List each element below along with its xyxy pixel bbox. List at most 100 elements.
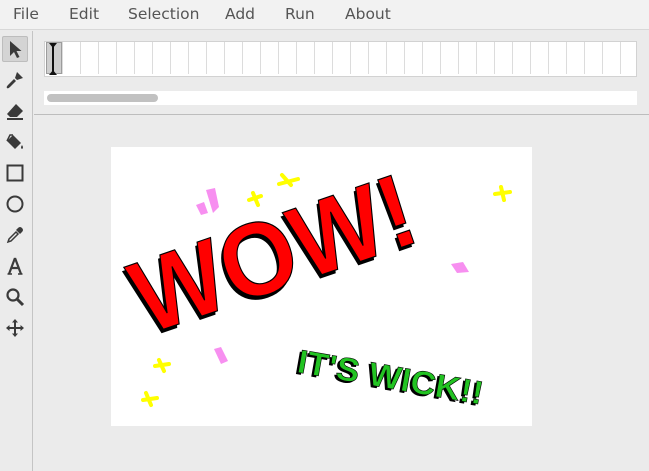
frame-number: 4 [99, 76, 117, 77]
canvas[interactable]: WOW! WOW! IT'S WICK!! IT'S WICK!! [111, 147, 532, 426]
frame-number: 9 [189, 76, 207, 77]
frame-cell[interactable] [369, 42, 387, 74]
menu-run[interactable]: Run [285, 5, 315, 23]
frame-number: 30 [567, 76, 585, 77]
frame-number: 14 [279, 76, 297, 77]
frame-cell[interactable] [621, 42, 636, 74]
frame-cell[interactable] [441, 42, 459, 74]
ellipse-icon [6, 195, 24, 213]
frame-number: 22 [423, 76, 441, 77]
frame-number: 26 [495, 76, 513, 77]
frame-cell[interactable] [297, 42, 315, 74]
frame-cell[interactable] [333, 42, 351, 74]
frame-number: 21 [405, 76, 423, 77]
tool-select[interactable] [2, 36, 28, 62]
frame-cell[interactable] [423, 42, 441, 74]
frame-cell[interactable] [567, 42, 585, 74]
frame-number: 23 [441, 76, 459, 77]
scrollbar-thumb[interactable] [47, 94, 158, 102]
menu-edit[interactable]: Edit [69, 5, 99, 23]
frame-number: 6 [135, 76, 153, 77]
tool-brush[interactable] [2, 67, 28, 93]
frame-number: 31 [585, 76, 603, 77]
timeline-scrollbar[interactable] [44, 91, 637, 105]
canvas-artwork: WOW! WOW! IT'S WICK!! IT'S WICK!! [115, 151, 512, 413]
tool-text[interactable] [2, 253, 28, 279]
frame-number: 27 [513, 76, 531, 77]
frame-number: 8 [171, 76, 189, 77]
frame-grid[interactable]: 2345678910111213141516171819202122232425… [44, 41, 637, 77]
tool-eyedropper[interactable] [2, 222, 28, 248]
frame-cell[interactable] [405, 42, 423, 74]
frame-cell[interactable] [387, 42, 405, 74]
menu-about[interactable]: About [345, 5, 391, 23]
frame-cell[interactable] [81, 42, 99, 74]
menu-add[interactable]: Add [225, 5, 255, 23]
frame-number: 24 [459, 76, 477, 77]
sparkle [493, 185, 512, 202]
text-icon [7, 257, 23, 275]
frame-cell[interactable] [171, 42, 189, 74]
frame-cell[interactable] [549, 42, 567, 74]
frame-number: 28 [531, 76, 549, 77]
frame-number: 11 [225, 76, 243, 77]
playhead-icon[interactable] [45, 42, 61, 76]
confetti-piece [214, 347, 228, 364]
sparkle [153, 358, 171, 373]
rectangle-icon [6, 164, 24, 182]
sparkle [277, 173, 300, 187]
tool-ellipse[interactable] [2, 191, 28, 217]
frame-number: 29 [549, 76, 567, 77]
tool-pan[interactable] [2, 315, 28, 341]
frame-cell[interactable] [531, 42, 549, 74]
cursor-icon [10, 41, 22, 58]
frame-number: 33 [621, 76, 637, 77]
frame-cell[interactable] [225, 42, 243, 74]
frame-cell[interactable] [495, 42, 513, 74]
frame-number: 25 [477, 76, 495, 77]
frame-cell[interactable] [135, 42, 153, 74]
frame-cell[interactable] [63, 42, 81, 74]
frame-cell[interactable] [351, 42, 369, 74]
frame-number: 5 [117, 76, 135, 77]
tool-eraser[interactable] [2, 98, 28, 124]
frame-cell[interactable] [153, 42, 171, 74]
frame-cell[interactable] [459, 42, 477, 74]
frame-cell[interactable] [315, 42, 333, 74]
brush-icon [6, 72, 23, 89]
tool-fill[interactable] [2, 129, 28, 155]
tool-zoom[interactable] [2, 284, 28, 310]
wick-editor: File Edit Selection Add Run About WOW! W… [0, 0, 649, 471]
frame-number: 19 [369, 76, 387, 77]
subline-text: IT'S WICK!! [295, 342, 487, 411]
confetti-piece [196, 202, 208, 215]
frame-cell[interactable] [477, 42, 495, 74]
eyedropper-icon [6, 227, 23, 244]
zoom-icon [6, 288, 25, 307]
frame-cell[interactable] [189, 42, 207, 74]
frame-number: 2 [63, 76, 81, 77]
frame-cell[interactable] [243, 42, 261, 74]
frame-number: 13 [261, 76, 279, 77]
frame-number: 17 [333, 76, 351, 77]
frame-cell[interactable] [585, 42, 603, 74]
confetti-piece [451, 262, 469, 273]
fill-bucket-icon [6, 134, 23, 149]
menu-selection[interactable]: Selection [128, 5, 199, 23]
frame-cell[interactable] [279, 42, 297, 74]
frame-cell[interactable] [99, 42, 117, 74]
stage-area: WOW! WOW! IT'S WICK!! IT'S WICK!! [34, 117, 649, 471]
frame-cell[interactable] [261, 42, 279, 74]
headline-text: WOW! [117, 152, 431, 357]
tool-rectangle[interactable] [2, 160, 28, 186]
menu-file[interactable]: File [13, 5, 39, 23]
eraser-icon [7, 104, 23, 120]
frame-cell[interactable] [603, 42, 621, 74]
tools-sidebar [0, 31, 33, 471]
frame-cell[interactable] [117, 42, 135, 74]
frame-number: 18 [351, 76, 369, 77]
frame-cell[interactable] [207, 42, 225, 74]
frame-cell[interactable] [513, 42, 531, 74]
frame-number: 15 [297, 76, 315, 77]
frame-number: 32 [603, 76, 621, 77]
